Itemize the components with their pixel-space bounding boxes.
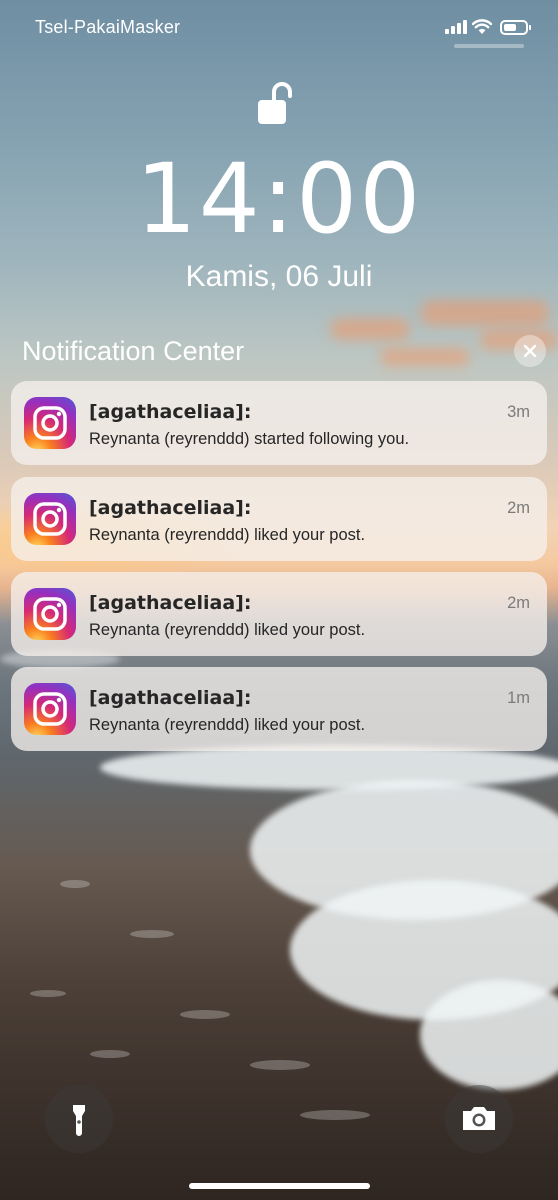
flashlight-button[interactable] <box>45 1085 113 1153</box>
wallpaper-foam <box>130 930 174 938</box>
home-indicator[interactable] <box>189 1183 370 1189</box>
instagram-icon <box>24 588 76 640</box>
control-center-indicator[interactable] <box>454 44 524 48</box>
wallpaper-cloud <box>330 318 410 340</box>
lock-screen-date: Kamis, 06 Juli <box>185 260 373 293</box>
notification-time: 1m <box>507 689 530 707</box>
notification-sender: [agathaceliaa]: <box>89 687 252 709</box>
signal-icon <box>445 20 467 34</box>
close-icon <box>523 344 537 358</box>
wallpaper-foam <box>180 1010 230 1019</box>
wallpaper-wave <box>420 980 558 1090</box>
notification-card[interactable]: [agathaceliaa]: Reynanta (reyrenddd) lik… <box>11 667 547 751</box>
wallpaper-foam <box>250 1060 310 1070</box>
notification-card[interactable]: [agathaceliaa]: Reynanta (reyrenddd) lik… <box>11 477 547 561</box>
wallpaper-foam <box>90 1050 130 1058</box>
notification-message: Reynanta (reyrenddd) liked your post. <box>89 716 366 734</box>
camera-button[interactable] <box>445 1085 513 1153</box>
notification-message: Reynanta (reyrenddd) liked your post. <box>89 526 366 544</box>
wifi-icon <box>472 19 492 34</box>
unlocked-padlock-icon <box>258 82 292 124</box>
notification-message: Reynanta (reyrenddd) liked your post. <box>89 621 366 639</box>
wallpaper-foam <box>300 1110 370 1120</box>
notification-sender: [agathaceliaa]: <box>89 592 252 614</box>
instagram-icon <box>24 397 76 449</box>
notification-card[interactable]: [agathaceliaa]: Reynanta (reyrenddd) lik… <box>11 572 547 656</box>
flashlight-icon <box>73 1105 85 1136</box>
wallpaper-foam <box>60 880 90 888</box>
carrier-name: Tsel-PakaiMasker <box>35 17 181 37</box>
notification-message: Reynanta (reyrenddd) started following y… <box>89 430 410 448</box>
wallpaper-wave <box>100 745 558 790</box>
wallpaper-cloud <box>380 348 470 366</box>
clear-notifications-button[interactable] <box>514 335 546 367</box>
notification-center-title: Notification Center <box>22 336 245 366</box>
notification-sender: [agathaceliaa]: <box>89 401 252 423</box>
camera-icon <box>463 1107 495 1130</box>
notification-time: 2m <box>507 594 530 612</box>
notification-card[interactable]: [agathaceliaa]: Reynanta (reyrenddd) sta… <box>11 381 547 465</box>
instagram-icon <box>24 683 76 735</box>
status-bar: Tsel-PakaiMasker <box>0 0 558 54</box>
wallpaper-foam <box>30 990 66 997</box>
notification-time: 2m <box>507 499 530 517</box>
wallpaper-cloud <box>420 300 550 326</box>
notification-sender: [agathaceliaa]: <box>89 497 252 519</box>
battery-icon <box>500 20 531 35</box>
lock-screen-time: 14:00 <box>135 143 423 255</box>
instagram-icon <box>24 493 76 545</box>
notification-time: 3m <box>507 403 530 421</box>
